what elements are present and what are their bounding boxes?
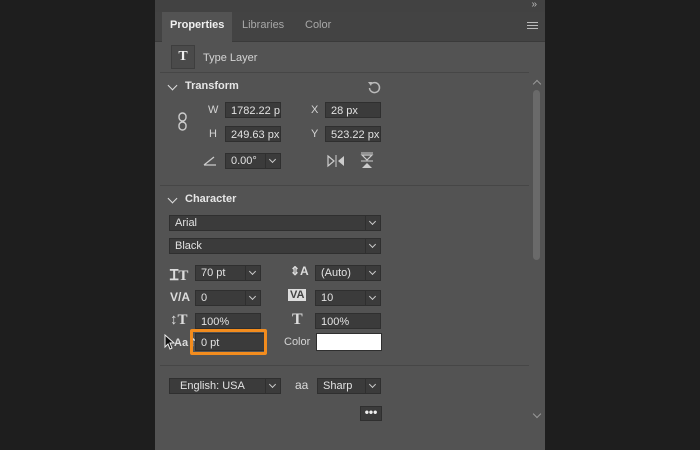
chevron-down-icon xyxy=(245,291,260,305)
leading-dropdown[interactable]: (Auto) xyxy=(315,265,381,281)
font-style-dropdown[interactable]: Black xyxy=(169,238,381,254)
panel-menu-icon[interactable] xyxy=(527,22,538,30)
scrollbar-thumb[interactable] xyxy=(533,90,540,260)
scroll-up-icon[interactable] xyxy=(532,79,542,89)
font-size-dropdown[interactable]: 70 pt xyxy=(195,265,261,281)
font-size-value: 70 pt xyxy=(201,267,226,279)
font-family-value: Arial xyxy=(175,217,198,229)
vertical-scale-icon: ↕T xyxy=(170,312,188,328)
width-input[interactable]: 1782.22 p xyxy=(225,102,281,118)
properties-panel: » Properties Libraries Color T Type Laye… xyxy=(155,0,545,450)
divider xyxy=(160,365,529,366)
color-swatch[interactable] xyxy=(316,333,382,351)
flip-vertical-icon[interactable] xyxy=(360,152,374,170)
y-position-input[interactable]: 523.22 px xyxy=(325,126,381,142)
width-label: W xyxy=(208,104,219,116)
transform-section-title: Transform xyxy=(185,80,239,92)
flip-horizontal-icon[interactable] xyxy=(327,154,345,168)
kerning-icon: V/A xyxy=(170,290,191,304)
panel-scrollbar[interactable] xyxy=(531,78,542,423)
font-style-value: Black xyxy=(175,240,202,252)
chevron-down-icon xyxy=(365,266,380,280)
horizontal-scale-icon: T xyxy=(292,311,303,328)
font-size-icon: ꞮT xyxy=(170,268,189,284)
leading-icon: ⇕A xyxy=(290,264,309,278)
height-input[interactable]: 249.63 px xyxy=(225,126,281,142)
tracking-icon: VA xyxy=(288,289,307,301)
type-layer-icon: T xyxy=(171,45,195,69)
collapse-panel-icon[interactable]: » xyxy=(531,0,537,10)
font-family-dropdown[interactable]: Arial xyxy=(169,215,381,231)
horizontal-scale-input[interactable]: 100% xyxy=(315,313,381,329)
angle-dropdown[interactable]: 0.00° xyxy=(225,153,281,169)
tab-properties[interactable]: Properties xyxy=(162,12,233,42)
panel-tabs: Properties Libraries Color xyxy=(155,12,545,42)
chevron-down-icon xyxy=(365,216,380,230)
character-section-title: Character xyxy=(185,193,237,205)
y-label: Y xyxy=(311,128,319,140)
antialias-icon: aa xyxy=(295,378,309,392)
antialias-value: Sharp xyxy=(323,380,353,392)
scroll-down-icon[interactable] xyxy=(532,409,542,419)
chevron-down-icon xyxy=(265,154,280,168)
tab-color[interactable]: Color xyxy=(305,12,331,41)
tracking-value: 10 xyxy=(321,292,334,304)
chevron-down-icon xyxy=(245,266,260,280)
angle-value: 0.00° xyxy=(231,155,257,167)
angle-icon xyxy=(203,156,216,166)
panel-collapse-strip: » xyxy=(155,0,545,12)
x-position-input[interactable]: 28 px xyxy=(325,102,381,118)
x-label: X xyxy=(311,104,319,116)
chevron-down-icon xyxy=(265,379,280,393)
language-value: English: USA xyxy=(180,380,245,392)
divider xyxy=(160,72,529,73)
leading-value: (Auto) xyxy=(321,267,351,279)
transform-collapse-icon[interactable] xyxy=(167,80,178,91)
tab-libraries[interactable]: Libraries xyxy=(242,12,284,41)
height-label: H xyxy=(209,128,217,140)
language-dropdown[interactable]: English: USA xyxy=(169,378,281,394)
chevron-down-icon xyxy=(365,291,380,305)
baseline-shift-highlight xyxy=(190,329,267,355)
link-dimensions-icon[interactable] xyxy=(177,112,189,132)
kerning-value: 0 xyxy=(201,292,208,304)
antialias-dropdown[interactable]: Sharp xyxy=(317,378,381,394)
layer-type-label: Type Layer xyxy=(203,52,258,64)
tracking-dropdown[interactable]: 10 xyxy=(315,290,381,306)
reset-transform-icon[interactable] xyxy=(367,80,381,94)
chevron-down-icon xyxy=(365,379,380,393)
character-collapse-icon[interactable] xyxy=(167,193,178,204)
color-label: Color xyxy=(284,336,311,348)
chevron-down-icon xyxy=(365,239,380,253)
kerning-dropdown[interactable]: 0 xyxy=(195,290,261,306)
divider xyxy=(160,185,529,186)
vertical-scale-input[interactable]: 100% xyxy=(195,313,261,329)
more-options-button[interactable]: ••• xyxy=(360,406,382,421)
